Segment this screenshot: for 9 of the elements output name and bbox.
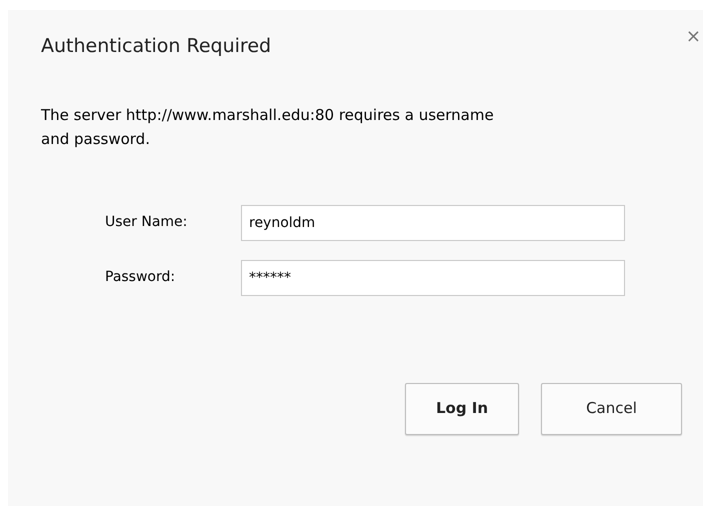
dialog-title: Authentication Required: [41, 34, 272, 59]
auth-message: The server http://www.marshall.edu:80 requires a username and password.: [41, 104, 495, 150]
field-label: User Name:: [105, 213, 188, 232]
close-button[interactable]: ×: [686, 28, 701, 46]
input-field[interactable]: ******: [241, 260, 625, 296]
input-field[interactable]: reynoldm: [241, 204, 625, 240]
field-label: Password:: [105, 268, 176, 287]
cancel-button[interactable]: Cancel: [541, 382, 682, 434]
login-button[interactable]: Log In: [405, 382, 519, 434]
